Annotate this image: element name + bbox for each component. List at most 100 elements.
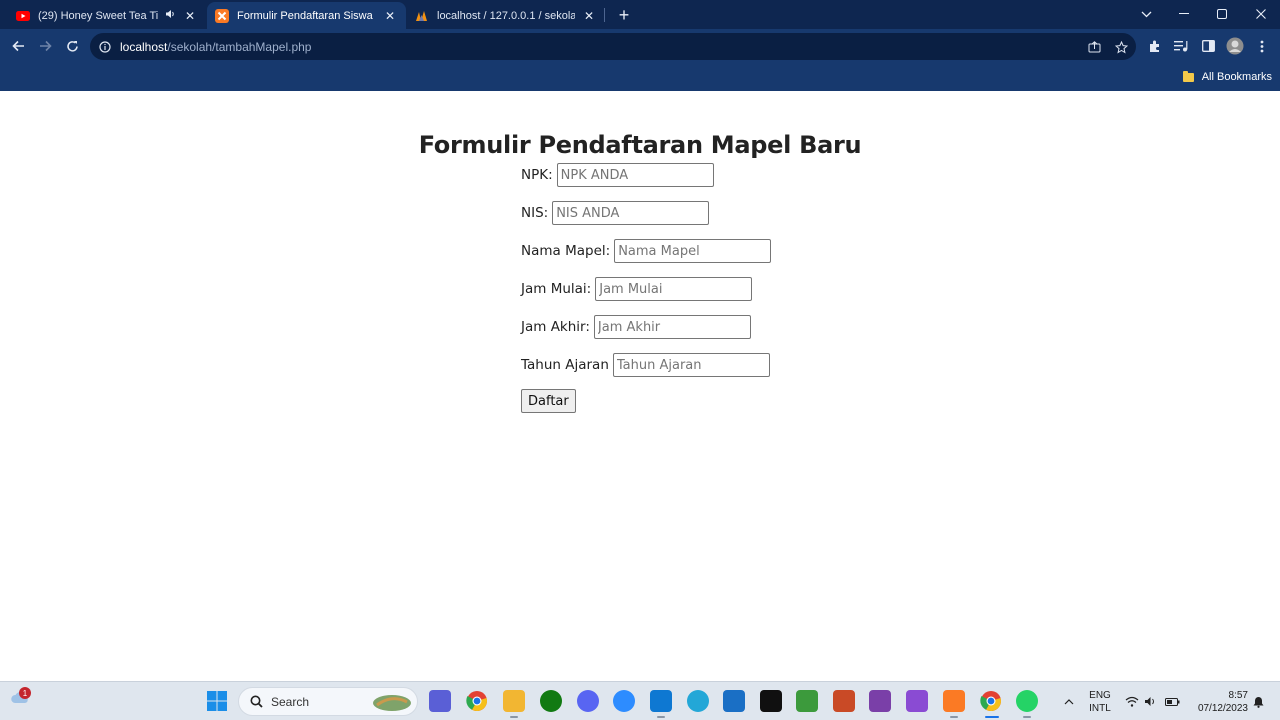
bookmarks-bar: All Bookmarks: [0, 63, 1280, 91]
jam-akhir-label: Jam Akhir:: [521, 319, 590, 335]
battery-icon[interactable]: [1163, 682, 1181, 720]
npk-input[interactable]: [556, 163, 714, 187]
xbox-icon[interactable]: [540, 690, 562, 712]
volume-icon[interactable]: [1143, 682, 1159, 720]
windows-taskbar: 1 Search ENG INTL 8:57 07/12/2023: [0, 681, 1280, 720]
language-label: ENG: [1089, 689, 1111, 701]
profile-avatar[interactable]: [1226, 37, 1244, 55]
clock-date: 07/12/2023: [1197, 702, 1248, 714]
all-bookmarks-label: All Bookmarks: [1201, 71, 1272, 83]
media-controls-icon[interactable]: [1172, 37, 1190, 55]
visual-studio-icon[interactable]: [906, 690, 928, 712]
github-desktop-icon[interactable]: [869, 690, 891, 712]
search-highlight-icon: [373, 695, 411, 711]
whatsapp-icon[interactable]: [1016, 690, 1038, 712]
site-info-icon[interactable]: [98, 40, 112, 54]
speaker-icon[interactable]: [165, 9, 176, 22]
url-path: /sekolah/tambahMapel.php: [167, 39, 312, 54]
winrar-icon[interactable]: [796, 690, 818, 712]
show-hidden-icons[interactable]: [1060, 682, 1078, 720]
file-explorer-icon[interactable]: [503, 690, 525, 712]
reload-button[interactable]: [61, 35, 83, 57]
tab-youtube[interactable]: (29) Honey Sweet Tea Time ✕: [8, 2, 206, 29]
xampp-taskbar-icon[interactable]: [943, 690, 965, 712]
nis-row: NIS:: [521, 201, 771, 225]
url-text: localhost/sekolah/tambahMapel.php: [120, 40, 311, 54]
daftar-button[interactable]: Daftar: [521, 389, 576, 413]
phpmyadmin-icon: [415, 9, 429, 23]
jam-mulai-input[interactable]: [595, 277, 753, 301]
npk-label: NPK:: [521, 167, 553, 183]
running-indicator: [657, 716, 665, 718]
language-indicator[interactable]: ENG INTL: [1085, 682, 1115, 720]
jam-mulai-row: Jam Mulai:: [521, 277, 771, 301]
mapel-form: NPK: NIS: Nama Mapel: Jam Mulai: Jam Akh…: [521, 163, 772, 413]
address-bar[interactable]: localhost/sekolah/tambahMapel.php: [90, 33, 1136, 60]
running-indicator: [510, 716, 518, 718]
tab-title: localhost / 127.0.0.1 / sekolah / t: [437, 9, 575, 22]
close-tab-icon[interactable]: ✕: [581, 8, 597, 24]
url-host: localhost: [120, 39, 168, 54]
page-content: Formulir Pendaftaran Mapel Baru NPK: NIS…: [0, 91, 1280, 681]
tab-title: (29) Honey Sweet Tea Time: [38, 9, 159, 22]
chrome-icon[interactable]: [466, 690, 488, 712]
tab-formulir[interactable]: Formulir Pendaftaran Siswa Baru ✕: [207, 2, 406, 29]
npk-row: NPK:: [521, 163, 771, 187]
running-indicator: [950, 716, 958, 718]
forward-button[interactable]: [34, 35, 56, 57]
restore-button[interactable]: [1203, 0, 1241, 28]
active-indicator: [985, 716, 999, 718]
tahun-ajaran-row: Tahun Ajaran: [521, 353, 771, 377]
search-placeholder: Search: [271, 694, 310, 709]
tab-title: Formulir Pendaftaran Siswa Baru: [237, 9, 376, 22]
minimize-button[interactable]: [1165, 0, 1203, 28]
discord-icon[interactable]: [577, 690, 599, 712]
close-tab-icon[interactable]: ✕: [182, 8, 198, 24]
close-window-button[interactable]: [1242, 0, 1280, 28]
nama-mapel-row: Nama Mapel:: [521, 239, 772, 263]
youtube-icon: [16, 9, 30, 23]
new-tab-button[interactable]: +: [613, 4, 635, 26]
tab-strip: (29) Honey Sweet Tea Time ✕ Formulir Pen…: [0, 0, 1280, 29]
notification-center-icon[interactable]: [1250, 682, 1266, 720]
tahun-ajaran-label: Tahun Ajaran: [521, 357, 609, 373]
xampp-icon: [215, 8, 229, 23]
close-tab-icon[interactable]: ✕: [382, 8, 398, 24]
jam-mulai-label: Jam Mulai:: [521, 281, 592, 297]
clock[interactable]: 8:57 07/12/2023: [1188, 682, 1248, 720]
keyboard-layout-label: INTL: [1089, 702, 1111, 714]
jam-akhir-row: Jam Akhir:: [521, 315, 771, 339]
notification-badge: 1: [19, 687, 31, 699]
powerpoint-icon[interactable]: [833, 690, 855, 712]
nama-mapel-input[interactable]: [614, 239, 772, 263]
nis-label: NIS:: [521, 205, 549, 221]
windows-start-icon[interactable]: [206, 690, 228, 712]
zoom-icon[interactable]: [613, 690, 635, 712]
teams-chat-icon[interactable]: [429, 690, 451, 712]
tahun-ajaran-input[interactable]: [612, 353, 770, 377]
nis-input[interactable]: [552, 201, 710, 225]
browser-menu-icon[interactable]: [1253, 37, 1271, 55]
bookmark-star-icon[interactable]: [1113, 39, 1129, 55]
side-panel-icon[interactable]: [1199, 37, 1217, 55]
running-indicator: [1023, 716, 1031, 718]
nvidia-icon[interactable]: [760, 690, 782, 712]
vscode-icon[interactable]: [650, 690, 672, 712]
back-button[interactable]: [7, 35, 29, 57]
search-icon: [249, 695, 263, 709]
all-bookmarks-button[interactable]: All Bookmarks: [1182, 68, 1272, 86]
chrome-active-icon[interactable]: [980, 690, 1002, 712]
tab-divider: [604, 8, 605, 22]
jam-akhir-input[interactable]: [593, 315, 751, 339]
page-title: Formulir Pendaftaran Mapel Baru: [418, 131, 862, 159]
nama-mapel-label: Nama Mapel:: [521, 243, 611, 259]
tab-search-chevron-icon[interactable]: [1127, 0, 1165, 28]
tab-phpmyadmin[interactable]: localhost / 127.0.0.1 / sekolah / t ✕: [407, 2, 605, 29]
share-icon[interactable]: [1086, 39, 1102, 55]
microsoft-store-icon[interactable]: [723, 690, 745, 712]
extensions-icon[interactable]: [1146, 37, 1164, 55]
taskbar-search-box[interactable]: Search: [238, 687, 418, 716]
wifi-icon[interactable]: [1124, 682, 1140, 720]
browser-toolbar: localhost/sekolah/tambahMapel.php: [0, 29, 1280, 63]
edge-icon[interactable]: [687, 690, 709, 712]
